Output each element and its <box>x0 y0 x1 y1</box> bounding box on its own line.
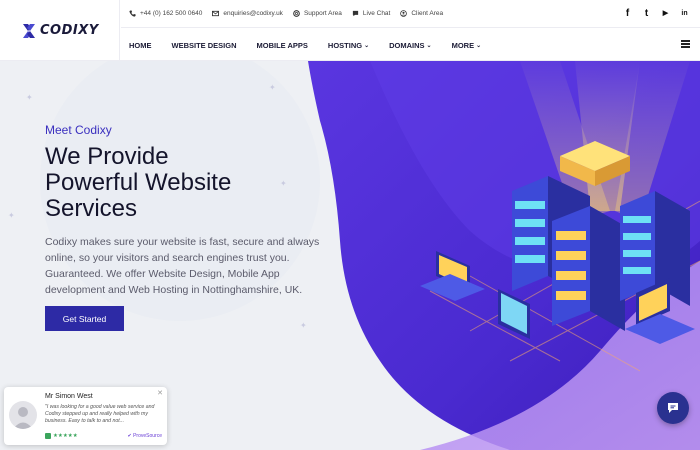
support-text: Support Area <box>303 10 342 17</box>
verified-check-icon <box>45 433 51 439</box>
live-chat-link[interactable]: Live Chat <box>352 10 390 17</box>
social-links: f t ▶ in <box>622 7 690 19</box>
client-area-link[interactable]: Client Area <box>400 10 443 17</box>
sparkle-decoration: ✦ <box>26 93 33 102</box>
nav-website-design[interactable]: WEBSITE DESIGN <box>172 41 237 50</box>
logo[interactable]: CODIXY <box>0 0 120 61</box>
chevron-down-icon: ⌄ <box>426 42 432 49</box>
chat-widget-button[interactable] <box>657 392 689 424</box>
provesource-badge[interactable]: ✔ ProveSource <box>128 433 163 439</box>
live-chat-text: Live Chat <box>362 10 391 17</box>
user-silhouette-icon <box>13 407 33 429</box>
review-text: "I was looking for a good value web serv… <box>45 404 155 424</box>
email-icon <box>212 10 220 17</box>
nav-hosting[interactable]: HOSTING ⌄ <box>328 41 369 50</box>
avatar <box>9 401 37 429</box>
hero-headline-line-3: Services <box>45 195 138 222</box>
chevron-down-icon: ⌄ <box>476 42 482 49</box>
nav-website-design-label: WEBSITE DESIGN <box>171 40 237 50</box>
email-link[interactable]: enquiries@codixy.uk <box>212 10 283 17</box>
reviewer-name: Mr Simon West <box>45 393 93 400</box>
stars-text: ★★★★★ <box>53 433 78 439</box>
nav-home[interactable]: HOME <box>129 41 152 50</box>
user-icon <box>400 10 408 17</box>
nav-domains-label: DOMAINS <box>389 40 425 50</box>
twitter-icon[interactable]: t <box>641 7 652 19</box>
nav-more-label: MORE <box>451 40 475 50</box>
nav-home-label: HOME <box>129 40 152 50</box>
chat-bubble-icon <box>352 10 359 17</box>
hero-headline: We Provide Powerful Website Services <box>45 144 305 222</box>
phone-icon <box>129 10 136 17</box>
hero-description: Codixy makes sure your website is fast, … <box>45 236 320 296</box>
nav-more[interactable]: MORE ⌄ <box>452 41 482 50</box>
hamburger-menu-icon[interactable] <box>681 40 690 48</box>
phone-link[interactable]: +44 (0) 162 500 0640 <box>129 10 202 17</box>
sparkle-decoration: ✦ <box>269 83 276 92</box>
review-popup[interactable]: Mr Simon West "I was looking for a good … <box>4 387 167 445</box>
provesource-label: ProveSource <box>133 433 162 439</box>
chevron-down-icon: ⌄ <box>364 42 370 49</box>
youtube-icon[interactable]: ▶ <box>660 7 671 19</box>
top-contact-bar: +44 (0) 162 500 0640 enquiries@codixy.uk… <box>121 0 700 28</box>
support-link[interactable]: Support Area <box>293 10 342 17</box>
site-header: CODIXY +44 (0) 162 500 0640 enquiries@co… <box>0 0 700 61</box>
close-icon[interactable]: ✕ <box>157 389 163 397</box>
chat-bubble-icon <box>668 403 678 413</box>
main-nav: HOME WEBSITE DESIGN MOBILE APPS HOSTING ⌄… <box>121 29 700 61</box>
nav-hosting-label: HOSTING <box>327 40 363 50</box>
get-started-button[interactable]: Get Started <box>45 306 124 331</box>
phone-text: +44 (0) 162 500 0640 <box>140 10 203 17</box>
star-rating: ★★★★★ <box>45 433 78 439</box>
logo-mark-icon <box>23 23 35 38</box>
brand-name: CODIXY <box>40 23 99 38</box>
linkedin-icon[interactable]: in <box>679 7 690 19</box>
support-icon <box>293 10 300 17</box>
sparkle-decoration: ✦ <box>8 211 15 220</box>
hero-eyebrow: Meet Codixy <box>45 123 112 137</box>
client-area-text: Client Area <box>411 10 444 17</box>
hero-headline-line-2: Powerful Website <box>45 169 232 196</box>
nav-mobile-apps[interactable]: MOBILE APPS <box>257 41 308 50</box>
sparkle-decoration: ✦ <box>300 321 307 330</box>
facebook-icon[interactable]: f <box>622 7 633 19</box>
email-text: enquiries@codixy.uk <box>223 10 283 17</box>
nav-mobile-apps-label: MOBILE APPS <box>256 40 308 50</box>
nav-domains[interactable]: DOMAINS ⌄ <box>389 41 431 50</box>
hero-headline-line-1: We Provide <box>45 143 169 170</box>
